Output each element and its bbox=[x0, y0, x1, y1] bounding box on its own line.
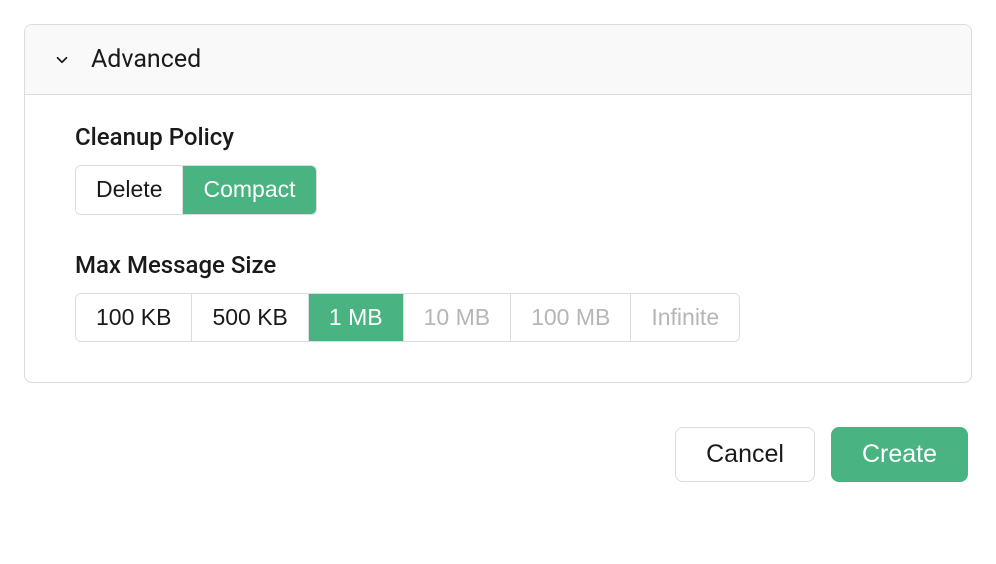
cancel-button[interactable]: Cancel bbox=[675, 427, 815, 482]
cleanup-policy-group: Cleanup Policy Delete Compact bbox=[75, 123, 921, 215]
cleanup-policy-label: Cleanup Policy bbox=[75, 123, 921, 151]
advanced-panel-header[interactable]: Advanced bbox=[25, 25, 971, 95]
max-message-size-segmented: 100 KB 500 KB 1 MB 10 MB 100 MB Infinite bbox=[75, 293, 740, 343]
advanced-panel-title: Advanced bbox=[91, 45, 201, 74]
max-message-size-option-100kb[interactable]: 100 KB bbox=[76, 294, 191, 342]
max-message-size-option-infinite: Infinite bbox=[630, 294, 739, 342]
advanced-panel-body: Cleanup Policy Delete Compact Max Messag… bbox=[25, 95, 971, 382]
max-message-size-label: Max Message Size bbox=[75, 251, 921, 279]
max-message-size-group: Max Message Size 100 KB 500 KB 1 MB 10 M… bbox=[75, 251, 921, 343]
footer-actions: Cancel Create bbox=[24, 427, 972, 482]
advanced-panel: Advanced Cleanup Policy Delete Compact M… bbox=[24, 24, 972, 383]
max-message-size-option-100mb: 100 MB bbox=[510, 294, 630, 342]
max-message-size-option-500kb[interactable]: 500 KB bbox=[191, 294, 307, 342]
create-button[interactable]: Create bbox=[831, 427, 968, 482]
max-message-size-option-1mb[interactable]: 1 MB bbox=[308, 294, 403, 342]
chevron-down-icon bbox=[53, 51, 71, 69]
cleanup-policy-segmented: Delete Compact bbox=[75, 165, 317, 215]
max-message-size-option-10mb: 10 MB bbox=[403, 294, 510, 342]
cleanup-policy-option-delete[interactable]: Delete bbox=[76, 166, 182, 214]
cleanup-policy-option-compact[interactable]: Compact bbox=[182, 166, 315, 214]
